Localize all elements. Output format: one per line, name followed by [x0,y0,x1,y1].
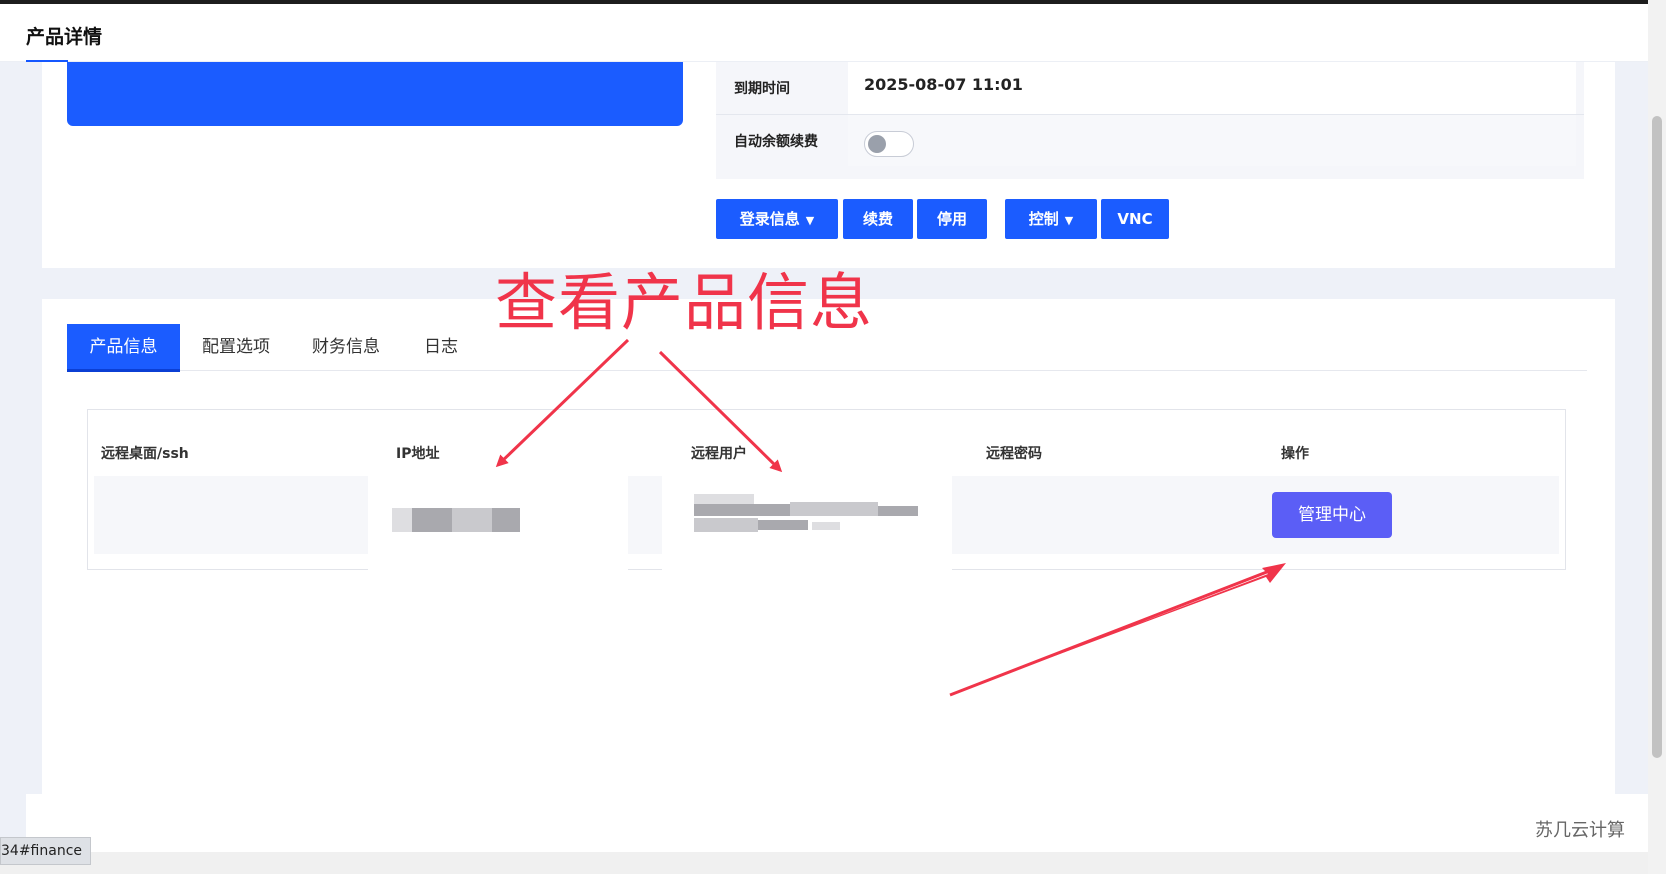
annotation-arrows [495,338,1286,697]
page-footer [26,794,1648,852]
arrow-to-ip [495,338,630,468]
footer-brand: 苏几云计算 [1535,820,1625,841]
status-bar-url: 34#finance [0,837,91,865]
arrow-to-user [658,350,783,473]
title-underline [26,60,68,62]
scrollbar-thumb[interactable] [1652,116,1662,758]
page-header: 产品详情 [0,4,1648,62]
product-detail-page: 产品详情 到期时间 2025-08-07 11:01 自动余额续费 登录信息 ▼ … [0,0,1666,874]
page-title: 产品详情 [26,26,103,48]
window-bottom-edge [0,852,1648,874]
